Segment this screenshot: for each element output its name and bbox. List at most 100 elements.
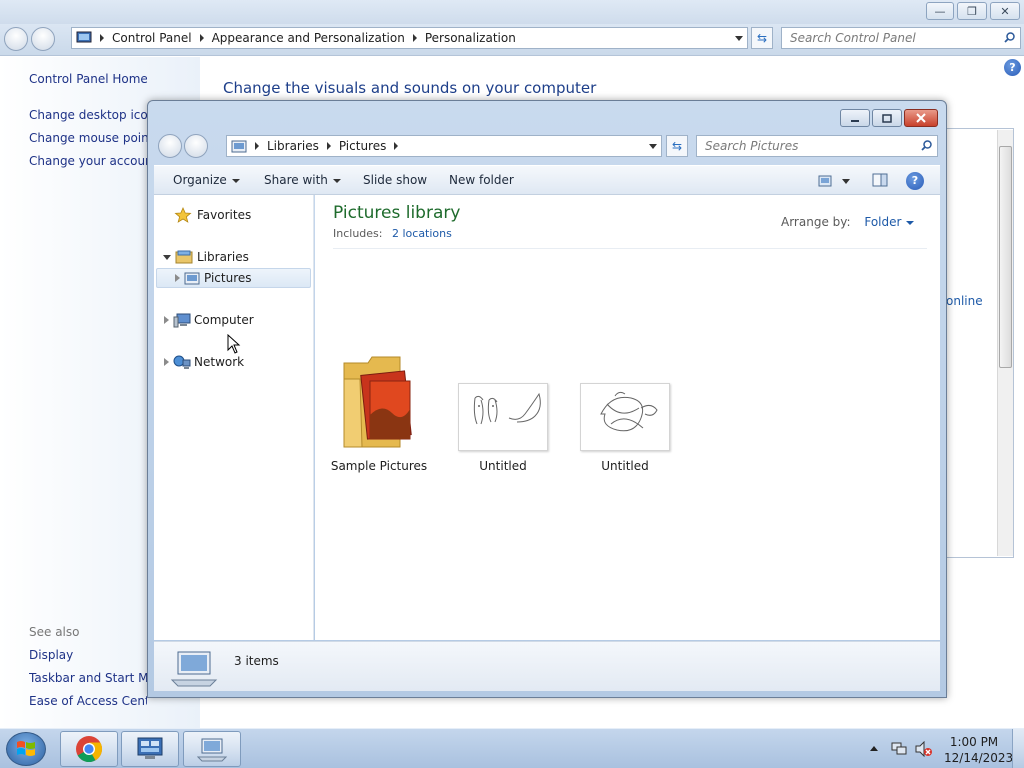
forward-button[interactable] [184, 134, 208, 158]
arrange-by-dropdown[interactable]: Folder [864, 215, 915, 229]
get-more-themes-online-link[interactable]: online [946, 294, 983, 308]
minimize-button[interactable] [840, 109, 870, 127]
file-label: Sample Pictures [330, 459, 428, 473]
cp-scrollbar[interactable] [997, 130, 1013, 556]
breadcrumb-control-panel[interactable]: Control Panel [112, 31, 192, 45]
close-button[interactable] [904, 109, 938, 127]
clock[interactable]: 1:00 PM 12/14/2023 [944, 734, 1014, 766]
preview-pane-icon [872, 173, 888, 187]
maximize-button[interactable] [872, 109, 902, 127]
address-dropdown-icon[interactable] [649, 144, 657, 149]
preview-pane-button[interactable] [872, 173, 888, 187]
change-mouse-pointers-link[interactable]: Change mouse pointers [29, 131, 147, 145]
sketch-thumbnail [473, 392, 541, 425]
start-button[interactable] [6, 732, 46, 766]
cp-refresh-button[interactable]: ⇆ [751, 27, 773, 49]
library-title: Pictures library [333, 203, 461, 223]
nav-label-pictures: Pictures [204, 271, 252, 285]
display-link[interactable]: Display [29, 648, 147, 662]
change-view-button[interactable] [818, 173, 854, 189]
ease-of-access-link[interactable]: Ease of Access Center [29, 694, 147, 708]
pictures-library-icon [231, 140, 247, 152]
address-dropdown-icon[interactable] [735, 36, 743, 41]
nav-label-network: Network [194, 355, 245, 369]
mouse-cursor-icon [227, 334, 241, 354]
share-with-label: Share with [264, 173, 328, 187]
nav-item-favorites[interactable]: Favorites [156, 205, 311, 225]
change-desktop-icons-link[interactable]: Change desktop icons [29, 108, 147, 122]
breadcrumb-personalization[interactable]: Personalization [425, 31, 516, 45]
breadcrumb-separator [100, 34, 104, 42]
locations-link[interactable]: 2 locations [392, 227, 452, 240]
search-icon[interactable] [921, 140, 932, 151]
slide-show-button[interactable]: Slide show [363, 173, 427, 187]
expand-arrow-icon[interactable] [175, 274, 180, 282]
change-account-picture-link[interactable]: Change your account picture [29, 154, 147, 168]
back-button[interactable] [158, 134, 182, 158]
cp-forward-button[interactable] [31, 27, 55, 51]
expand-arrow-icon[interactable] [164, 316, 169, 324]
chrome-icon [76, 736, 103, 763]
taskbar-explorer-button[interactable] [183, 731, 241, 767]
chevron-down-icon [842, 179, 850, 184]
organize-button[interactable]: Organize [173, 173, 240, 187]
cp-minimize-button[interactable]: — [926, 2, 954, 20]
cp-scrollbar-thumb[interactable] [999, 146, 1012, 368]
pictures-icon [184, 272, 200, 284]
chevron-down-icon [231, 178, 240, 183]
cp-restore-button[interactable]: ❐ [957, 2, 987, 20]
command-bar: Organize Share with Slide show New folde… [154, 165, 940, 195]
nav-item-network[interactable]: Network [156, 352, 311, 372]
show-desktop-button[interactable] [1012, 729, 1024, 768]
search-placeholder: Search Pictures [705, 139, 799, 153]
explorer-library-icon [197, 738, 227, 762]
image-thumbnail [458, 383, 548, 451]
taskbar-chrome-button[interactable] [60, 731, 118, 767]
nav-item-pictures[interactable]: Pictures [156, 268, 311, 288]
breadcrumb-separator [199, 34, 204, 42]
breadcrumb-separator [412, 34, 417, 42]
library-includes: Includes: 2 locations [333, 227, 452, 240]
cp-search-placeholder: Search Control Panel [790, 31, 916, 45]
clock-date: 12/14/2023 [944, 751, 1014, 765]
star-icon [174, 207, 192, 223]
navigation-pane: Favorites Libraries Pictures Computer Ne… [154, 195, 314, 640]
view-icon [818, 175, 832, 187]
expand-arrow-icon[interactable] [164, 358, 169, 366]
arrange-by-label: Arrange by: [781, 215, 851, 229]
help-button[interactable]: ? [906, 172, 924, 190]
clock-time: 1:00 PM [949, 735, 999, 749]
breadcrumb-appearance[interactable]: Appearance and Personalization [212, 31, 405, 45]
refresh-button[interactable]: ⇆ [666, 135, 688, 157]
see-also-label: See also [29, 625, 80, 639]
file-label: Untitled [479, 459, 527, 473]
network-status-icon[interactable] [891, 742, 907, 756]
explorer-window: Libraries Pictures ⇆ Search Pictures Org… [147, 100, 947, 698]
library-icon [175, 250, 193, 264]
includes-label: Includes: [333, 227, 383, 240]
share-with-button[interactable]: Share with [264, 173, 341, 187]
cp-close-button[interactable]: ✕ [990, 2, 1020, 20]
breadcrumb-pictures[interactable]: Pictures [339, 139, 387, 153]
cp-address-bar[interactable]: Control Panel Appearance and Personaliza… [71, 27, 748, 49]
nav-item-libraries[interactable]: Libraries [156, 247, 311, 267]
nav-label-favorites: Favorites [197, 208, 252, 222]
taskbar-start-menu-link[interactable]: Taskbar and Start Menu [29, 671, 147, 685]
new-folder-button[interactable]: New folder [449, 173, 514, 187]
show-hidden-icons-button[interactable] [870, 746, 878, 751]
control-panel-navbar: Control Panel Appearance and Personaliza… [0, 24, 1024, 56]
control-panel-icon [76, 31, 92, 43]
cp-search-input[interactable]: Search Control Panel [781, 27, 1021, 49]
search-icon[interactable] [1004, 32, 1015, 43]
search-input[interactable]: Search Pictures [696, 135, 938, 157]
breadcrumb-libraries[interactable]: Libraries [267, 139, 319, 153]
breadcrumb-separator [326, 142, 331, 150]
address-bar[interactable]: Libraries Pictures [226, 135, 662, 157]
volume-muted-icon[interactable] [915, 741, 933, 757]
nav-item-computer[interactable]: Computer [156, 310, 311, 330]
control-panel-home-link[interactable]: Control Panel Home [29, 72, 147, 86]
expand-arrow-icon[interactable] [163, 254, 171, 260]
taskbar-control-panel-button[interactable] [121, 731, 179, 767]
cp-back-button[interactable] [4, 27, 28, 51]
help-icon[interactable]: ? [1004, 59, 1021, 76]
